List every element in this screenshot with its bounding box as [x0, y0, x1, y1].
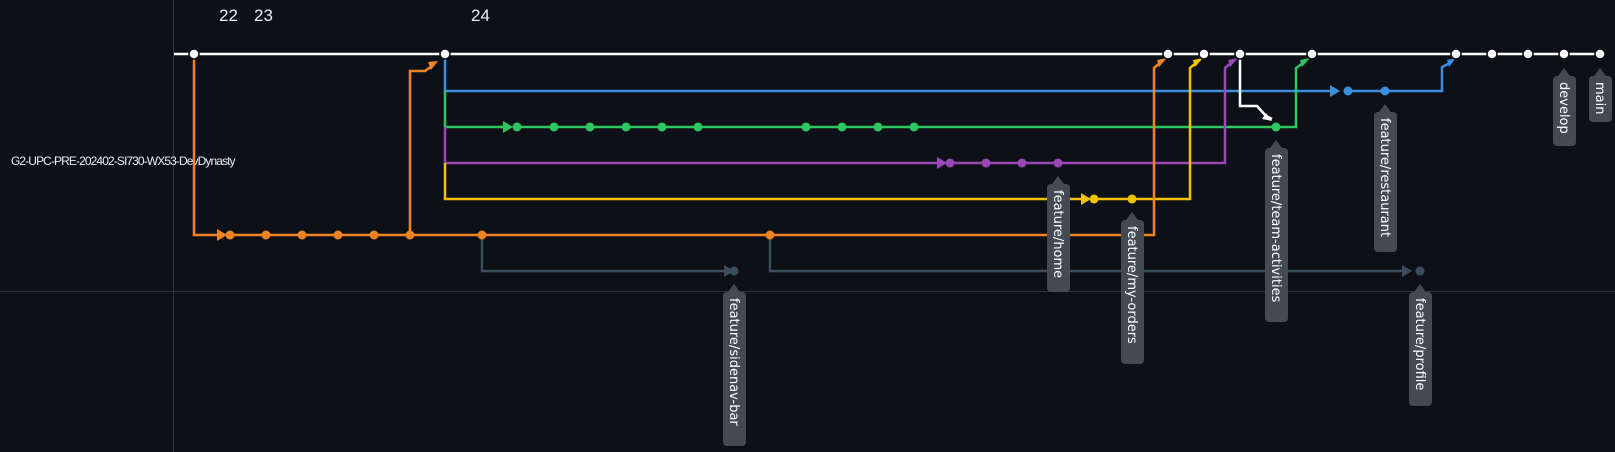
commit-node[interactable]: [585, 122, 595, 132]
tag-label: feature/sidenav-bar: [726, 298, 741, 426]
merge-arrow: [503, 121, 513, 133]
commit-node[interactable]: [1127, 194, 1137, 204]
commit-node[interactable]: [297, 230, 307, 240]
tag-main[interactable]: main: [1589, 68, 1612, 122]
commit-node[interactable]: [1234, 48, 1246, 60]
branch-develop-line: [192, 54, 1161, 237]
tag-label: develop: [1556, 82, 1571, 134]
commit-node[interactable]: [873, 122, 883, 132]
branch-home: [443, 62, 1232, 165]
commit-node[interactable]: [477, 230, 487, 240]
tag-feature-restaurant[interactable]: feature/restaurant: [1374, 104, 1397, 252]
branch-sidenav-profile: [480, 235, 1403, 273]
tag-feature-team-activities[interactable]: feature/team-activities: [1265, 140, 1288, 322]
commit-node[interactable]: [657, 122, 667, 132]
commit-node[interactable]: [1594, 48, 1606, 60]
commit-node[interactable]: [1486, 48, 1498, 60]
tag-feature-my-orders[interactable]: feature/my-orders: [1121, 212, 1144, 364]
commit-node[interactable]: [1380, 86, 1390, 96]
merge-arrow: [1330, 85, 1340, 97]
commit-node[interactable]: [1558, 48, 1570, 60]
commit-node[interactable]: [1198, 48, 1210, 60]
branch-my-orders: [443, 62, 1197, 201]
tag-feature-profile[interactable]: feature/profile: [1409, 284, 1432, 406]
commit-node[interactable]: [1306, 48, 1318, 60]
commit-node[interactable]: [1162, 48, 1174, 60]
commit-node[interactable]: [1017, 158, 1027, 168]
commit-node[interactable]: [1271, 122, 1281, 132]
commit-node[interactable]: [439, 48, 451, 60]
commit-node[interactable]: [765, 230, 775, 240]
commit-node[interactable]: [981, 158, 991, 168]
merge-arrow: [1300, 58, 1310, 67]
commit-node[interactable]: [1343, 86, 1353, 96]
commit-node[interactable]: [1522, 48, 1534, 60]
commit-node[interactable]: [188, 48, 200, 60]
tag-label: feature/home: [1050, 190, 1065, 278]
tag-label: main: [1592, 82, 1607, 114]
branch-team-activities: [443, 61, 1304, 129]
commit-node[interactable]: [405, 230, 415, 240]
merge-line: [1238, 54, 1273, 121]
commit-node[interactable]: [549, 122, 559, 132]
commit-node[interactable]: [837, 122, 847, 132]
commit-node[interactable]: [1053, 158, 1063, 168]
tag-label: feature/team-activities: [1268, 154, 1283, 303]
commit-node[interactable]: [909, 122, 919, 132]
commit-node[interactable]: [801, 122, 811, 132]
commit-node[interactable]: [225, 230, 235, 240]
commit-node[interactable]: [369, 230, 379, 240]
tag-develop[interactable]: develop: [1553, 68, 1576, 146]
tag-label: feature/my-orders: [1124, 226, 1139, 344]
tag-feature-home[interactable]: feature/home: [1047, 176, 1070, 292]
branch-restaurant: [443, 54, 1451, 93]
commit-node[interactable]: [1450, 48, 1462, 60]
tag-label: feature/restaurant: [1377, 118, 1392, 237]
tag-feature-sidenav-bar[interactable]: feature/sidenav-bar: [723, 284, 746, 446]
commit-node[interactable]: [333, 230, 343, 240]
commit-node[interactable]: [693, 122, 703, 132]
merge-arrow: [1402, 265, 1412, 277]
commit-node[interactable]: [1089, 194, 1099, 204]
commit-node[interactable]: [261, 230, 271, 240]
tag-label: feature/profile: [1412, 298, 1427, 390]
commit-node[interactable]: [729, 266, 739, 276]
commit-node[interactable]: [945, 158, 955, 168]
commit-graph: develop main feature/restaurant feature/…: [174, 48, 1612, 446]
commit-node[interactable]: [1415, 266, 1425, 276]
commit-node[interactable]: [512, 122, 522, 132]
commit-node[interactable]: [621, 122, 631, 132]
